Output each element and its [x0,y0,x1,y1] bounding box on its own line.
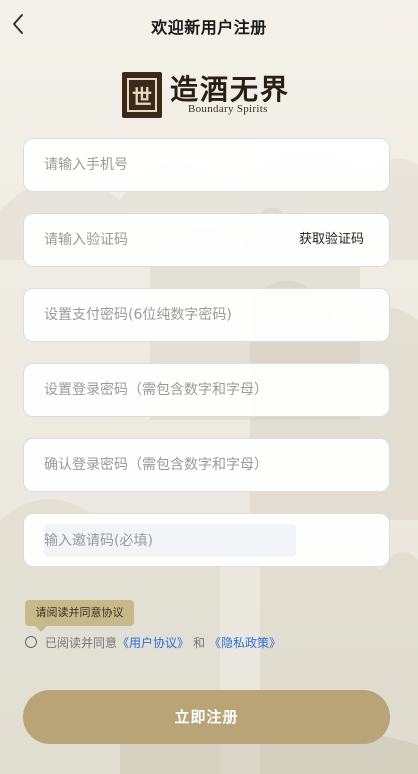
invite-code-box [44,524,296,557]
pay-password-input[interactable] [44,289,374,341]
privacy-policy-link[interactable]: 《隐私政策》 [209,634,281,651]
verification-code-field: 获取验证码 [23,213,390,267]
verification-code-input[interactable] [44,214,284,266]
login-password-field [23,363,390,417]
invite-code-input[interactable] [44,524,284,557]
invite-code-field [23,513,390,567]
agreement-row: 已阅读并同意 《用户协议》 和 《隐私政策》 [25,633,281,651]
register-page: 欢迎新用户注册 世 造酒无界 Boundary Spirits 获取验证码 请阅… [0,0,418,774]
logo-name-cn: 造酒无界 [170,73,291,106]
agreement-and: 和 [193,635,206,650]
confirm-password-field [23,438,390,492]
brand-logo: 世 造酒无界 Boundary Spirits [122,70,302,120]
page-title: 欢迎新用户注册 [151,18,267,37]
logo-seal-char: 世 [127,78,157,112]
pay-password-field [23,288,390,342]
phone-field [23,138,390,192]
agreement-prefix: 已阅读并同意 [45,635,118,650]
logo-seal: 世 [122,72,162,118]
header-bar: 欢迎新用户注册 [0,0,418,50]
get-code-button[interactable]: 获取验证码 [299,214,364,266]
register-button[interactable]: 立即注册 [23,690,390,744]
agreement-tooltip: 请阅读并同意协议 [25,600,134,632]
login-password-input[interactable] [44,364,374,416]
confirm-password-input[interactable] [44,439,374,491]
logo-name-en: Boundary Spirits [188,103,268,115]
agreement-radio[interactable] [25,636,37,648]
user-agreement-link[interactable]: 《用户协议》 [117,634,189,651]
phone-input[interactable] [44,139,284,191]
